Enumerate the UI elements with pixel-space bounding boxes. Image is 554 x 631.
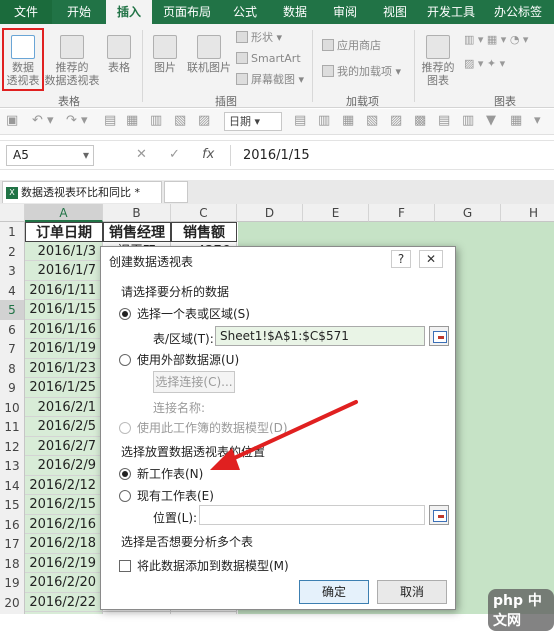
arrow-head <box>210 448 240 470</box>
annotation-arrow <box>210 400 358 470</box>
arrow-shaft <box>228 400 358 462</box>
watermark: php 中文网 <box>488 589 554 631</box>
